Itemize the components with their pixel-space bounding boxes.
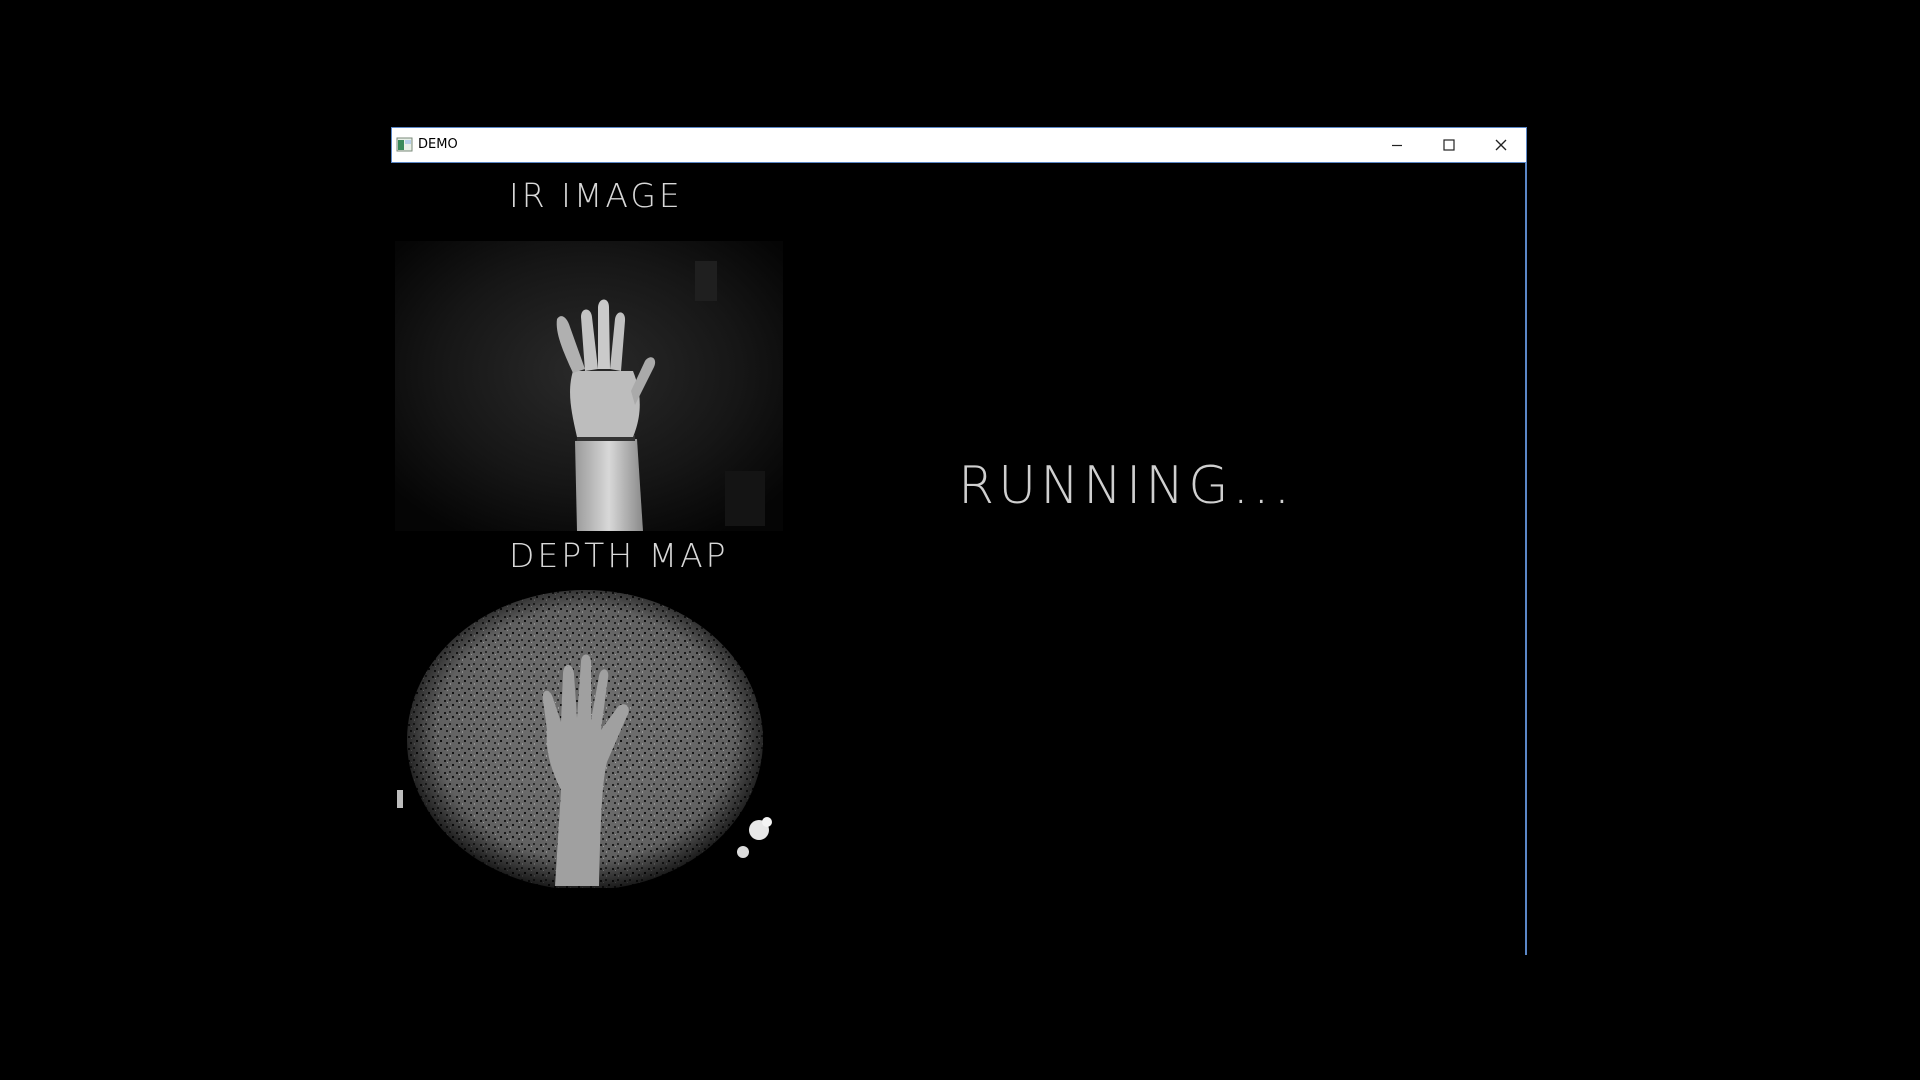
window-title: DEMO — [418, 137, 458, 152]
maximize-icon — [1443, 139, 1455, 151]
close-icon — [1495, 139, 1507, 151]
depth-map-label: DEPTH MAP — [509, 536, 729, 575]
minimize-button[interactable] — [1371, 128, 1423, 162]
close-button[interactable] — [1475, 128, 1527, 162]
app-window-icon — [396, 137, 413, 152]
ir-image-label: IR IMAGE — [509, 176, 683, 215]
maximize-button[interactable] — [1423, 128, 1475, 162]
title-bar[interactable]: DEMO — [391, 127, 1527, 163]
minimize-icon — [1392, 144, 1402, 147]
ir-image-view — [395, 241, 783, 531]
depth-map-view — [395, 588, 783, 888]
status-text: RUNNING... — [958, 456, 1295, 516]
